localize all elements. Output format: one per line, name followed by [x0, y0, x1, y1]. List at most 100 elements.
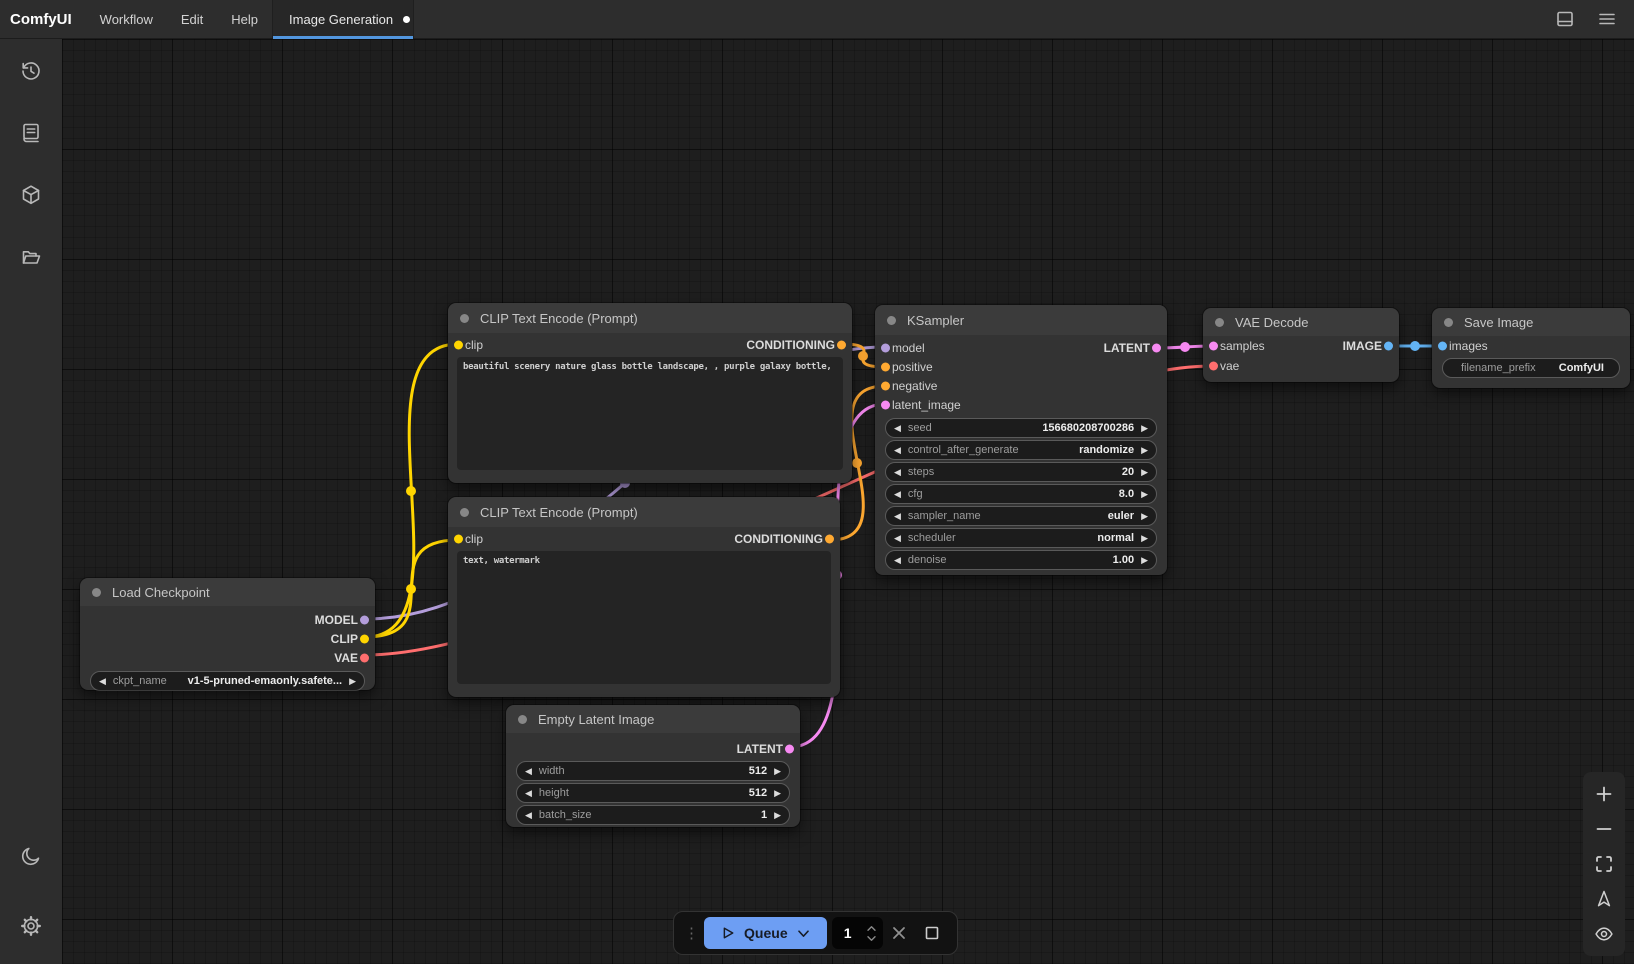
node-save-image[interactable]: Save Image images filename_prefix ComfyU…: [1432, 308, 1630, 388]
prompt-textarea[interactable]: text, watermark: [457, 551, 831, 684]
select-mode-button[interactable]: [1586, 883, 1622, 916]
node-clip-text-encode-negative[interactable]: CLIP Text Encode (Prompt) clip CONDITION…: [448, 497, 840, 697]
chevron-down-icon[interactable]: [796, 926, 811, 941]
sidebar-item-node-library[interactable]: [0, 171, 62, 219]
node-titlebar[interactable]: Load Checkpoint: [80, 578, 375, 606]
drag-handle-icon[interactable]: ⋮: [684, 926, 699, 941]
input-port-clip[interactable]: [454, 535, 463, 544]
tab-image-generation[interactable]: Image Generation: [273, 0, 413, 38]
decrement-arrow-icon[interactable]: ◀: [894, 468, 901, 477]
node-titlebar[interactable]: Save Image: [1432, 308, 1630, 336]
decrement-arrow-icon[interactable]: ◀: [525, 811, 532, 820]
decrement-arrow-icon[interactable]: ◀: [894, 446, 901, 455]
next-arrow-icon[interactable]: ▶: [349, 677, 356, 686]
input-port-model[interactable]: [881, 343, 890, 352]
batch-count-input[interactable]: 1: [832, 917, 883, 949]
fit-view-button[interactable]: [1586, 847, 1622, 880]
widget-denoise[interactable]: ◀ denoise 1.00 ▶: [885, 550, 1157, 570]
spinner-down-icon[interactable]: [866, 935, 877, 942]
main-menu-button[interactable]: [1594, 6, 1620, 32]
decrement-arrow-icon[interactable]: ◀: [525, 789, 532, 798]
decrement-arrow-icon[interactable]: ◀: [894, 556, 901, 565]
input-port-images[interactable]: [1438, 342, 1447, 351]
sidebar-item-workflow-history[interactable]: [0, 47, 62, 95]
output-port-clip[interactable]: [360, 634, 369, 643]
node-clip-text-encode-positive[interactable]: CLIP Text Encode (Prompt) clip CONDITION…: [448, 303, 852, 483]
queue-button[interactable]: Queue: [704, 917, 827, 949]
node-titlebar[interactable]: CLIP Text Encode (Prompt): [448, 303, 852, 333]
increment-arrow-icon[interactable]: ▶: [774, 767, 781, 776]
graph-canvas[interactable]: [62, 39, 1634, 964]
output-port-conditioning[interactable]: [825, 535, 834, 544]
collapse-dot[interactable]: [1444, 318, 1453, 327]
prompt-textarea[interactable]: beautiful scenery nature glass bottle la…: [457, 357, 843, 470]
output-port-conditioning[interactable]: [837, 341, 846, 350]
node-titlebar[interactable]: Empty Latent Image: [506, 705, 800, 733]
collapse-dot[interactable]: [460, 508, 469, 517]
widget-scheduler[interactable]: ◀ scheduler normal ▶: [885, 528, 1157, 548]
node-empty-latent-image[interactable]: Empty Latent Image LATENT ◀ width 512 ▶ …: [506, 705, 800, 827]
increment-arrow-icon[interactable]: ▶: [1141, 534, 1148, 543]
collapse-dot[interactable]: [1215, 318, 1224, 327]
menu-workflow[interactable]: Workflow: [86, 0, 167, 38]
input-port-negative[interactable]: [881, 381, 890, 390]
node-titlebar[interactable]: KSampler: [875, 305, 1167, 335]
zoom-in-button[interactable]: [1586, 777, 1622, 810]
increment-arrow-icon[interactable]: ▶: [774, 789, 781, 798]
menu-help[interactable]: Help: [217, 0, 272, 38]
input-port-vae[interactable]: [1209, 362, 1218, 371]
output-port-latent[interactable]: [1152, 343, 1161, 352]
widget-height[interactable]: ◀ height 512 ▶: [516, 783, 790, 803]
node-vae-decode[interactable]: VAE Decode samples IMAGE vae: [1203, 308, 1399, 382]
sidebar-item-settings[interactable]: [0, 902, 62, 950]
spinner-up-icon[interactable]: [866, 925, 877, 932]
collapse-dot[interactable]: [887, 316, 896, 325]
toggle-link-visibility-button[interactable]: [1586, 918, 1622, 951]
bottom-panel-toggle-button[interactable]: [1552, 6, 1578, 32]
collapse-dot[interactable]: [92, 588, 101, 597]
input-port-clip[interactable]: [454, 341, 463, 350]
decrement-arrow-icon[interactable]: ◀: [894, 490, 901, 499]
sidebar-item-logs[interactable]: [0, 109, 62, 157]
widget-cfg[interactable]: ◀ cfg 8.0 ▶: [885, 484, 1157, 504]
widget-sampler-name[interactable]: ◀ sampler_name euler ▶: [885, 506, 1157, 526]
widget-steps[interactable]: ◀ steps 20 ▶: [885, 462, 1157, 482]
previous-arrow-icon[interactable]: ◀: [99, 677, 106, 686]
node-ksampler[interactable]: KSampler model LATENT positive negative …: [875, 305, 1167, 575]
widget-seed[interactable]: ◀ seed 156680208700286 ▶: [885, 418, 1157, 438]
increment-arrow-icon[interactable]: ▶: [1141, 556, 1148, 565]
output-port-vae[interactable]: [360, 653, 369, 662]
decrement-arrow-icon[interactable]: ◀: [525, 767, 532, 776]
widget-control-after-generate[interactable]: ◀ control_after_generate randomize ▶: [885, 440, 1157, 460]
increment-arrow-icon[interactable]: ▶: [1141, 468, 1148, 477]
zoom-out-button[interactable]: [1586, 812, 1622, 845]
widget-filename-prefix[interactable]: filename_prefix ComfyUI: [1442, 358, 1620, 378]
increment-arrow-icon[interactable]: ▶: [1141, 424, 1148, 433]
widget-width[interactable]: ◀ width 512 ▶: [516, 761, 790, 781]
decrement-arrow-icon[interactable]: ◀: [894, 512, 901, 521]
increment-arrow-icon[interactable]: ▶: [774, 811, 781, 820]
input-port-positive[interactable]: [881, 362, 890, 371]
node-load-checkpoint[interactable]: Load Checkpoint MODEL CLIP VAE ◀ ckpt_na…: [80, 578, 375, 690]
sidebar-item-theme-toggle[interactable]: [0, 832, 62, 880]
widget-ckpt-name[interactable]: ◀ ckpt_name v1-5-pruned-emaonly.safete..…: [90, 671, 365, 691]
menu-edit[interactable]: Edit: [167, 0, 217, 38]
decrement-arrow-icon[interactable]: ◀: [894, 534, 901, 543]
decrement-arrow-icon[interactable]: ◀: [894, 424, 901, 433]
output-port-image[interactable]: [1384, 342, 1393, 351]
clear-queue-button[interactable]: [883, 917, 916, 949]
output-port-model[interactable]: [360, 615, 369, 624]
increment-arrow-icon[interactable]: ▶: [1141, 446, 1148, 455]
increment-arrow-icon[interactable]: ▶: [1141, 512, 1148, 521]
node-titlebar[interactable]: VAE Decode: [1203, 308, 1399, 336]
input-port-latent-image[interactable]: [881, 400, 890, 409]
stop-button[interactable]: [916, 917, 949, 949]
sidebar-item-workflows-folder[interactable]: [0, 233, 62, 281]
collapse-dot[interactable]: [460, 314, 469, 323]
input-port-samples[interactable]: [1209, 342, 1218, 351]
node-titlebar[interactable]: CLIP Text Encode (Prompt): [448, 497, 840, 527]
increment-arrow-icon[interactable]: ▶: [1141, 490, 1148, 499]
widget-batch-size[interactable]: ◀ batch_size 1 ▶: [516, 805, 790, 825]
output-port-latent[interactable]: [785, 744, 794, 753]
collapse-dot[interactable]: [518, 715, 527, 724]
